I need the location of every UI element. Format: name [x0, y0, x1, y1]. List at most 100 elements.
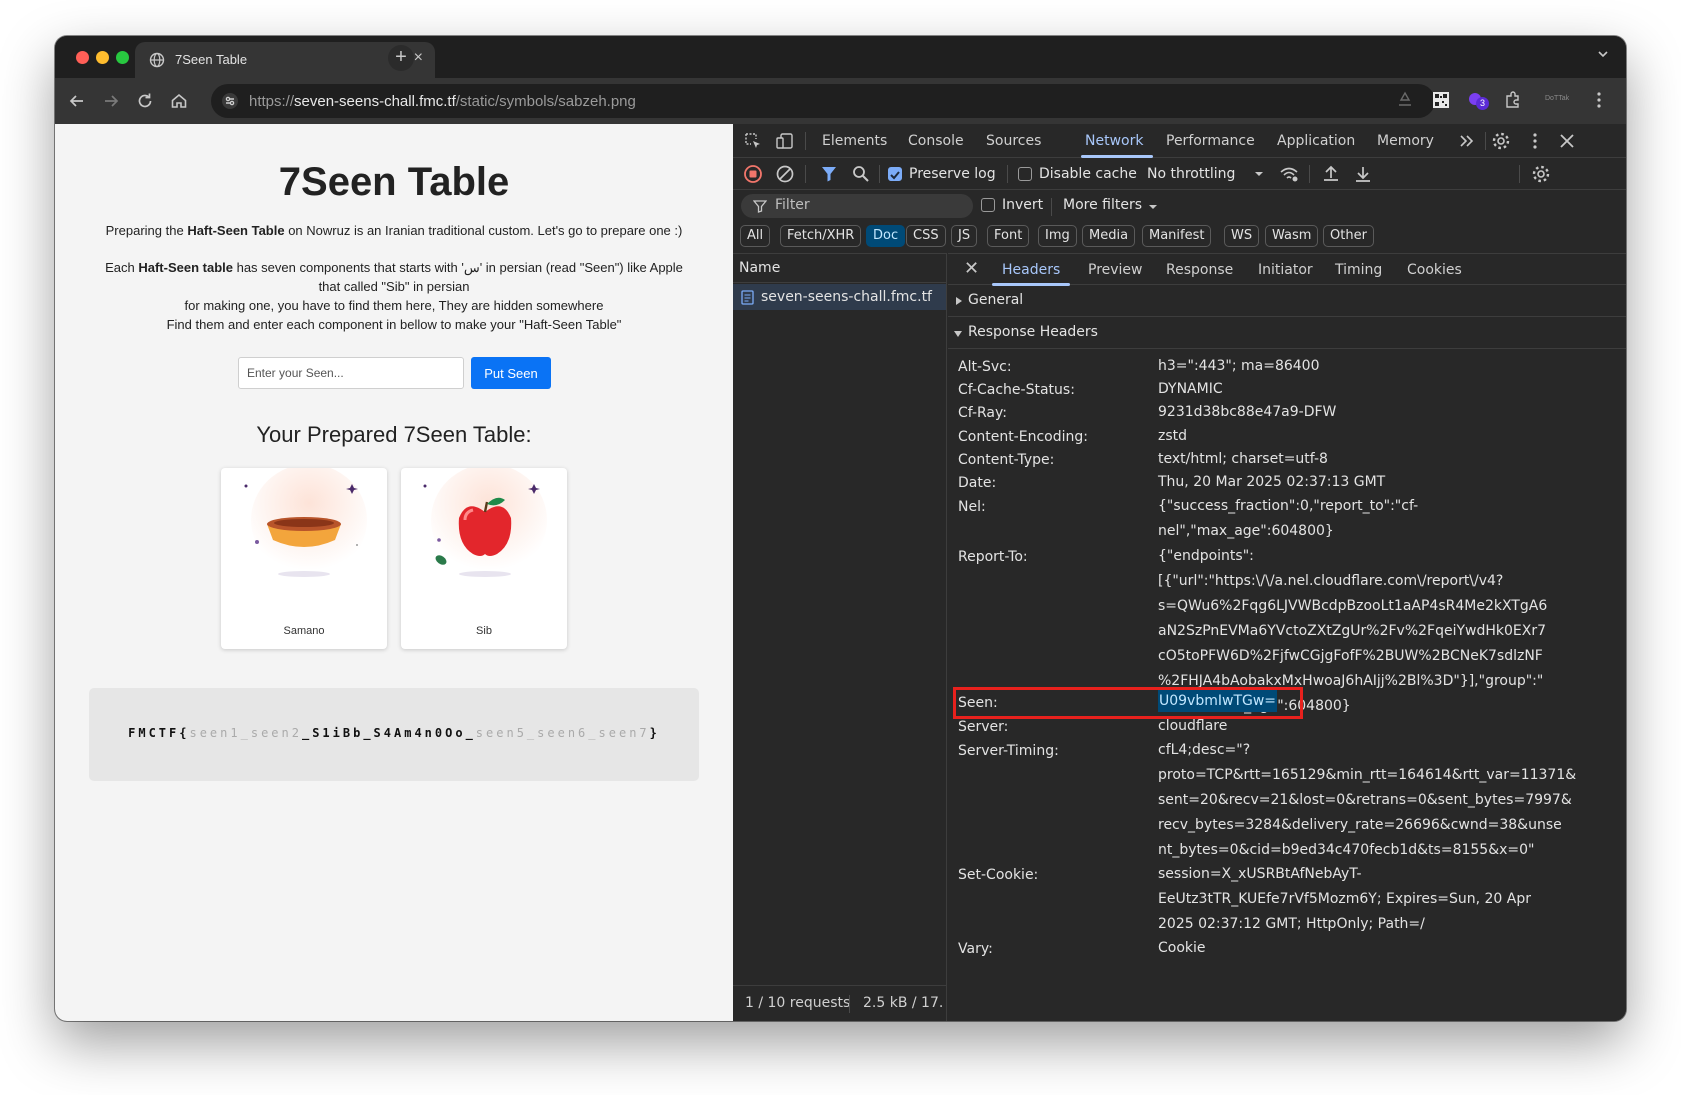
response-headers-section-toggle[interactable]: Response Headers — [948, 317, 1626, 349]
filter-chip-doc[interactable]: Doc — [866, 225, 906, 247]
request-row[interactable]: seven-seens-chall.fmc.tf — [733, 284, 946, 310]
seen-input[interactable] — [238, 357, 464, 389]
forward-icon[interactable] — [101, 91, 121, 111]
inspect-element-icon[interactable] — [743, 131, 763, 151]
network-settings-gear-icon[interactable] — [1531, 164, 1551, 184]
more-filters-dropdown-icon[interactable] — [1143, 197, 1163, 217]
card-label: Samano — [283, 625, 325, 637]
back-icon[interactable] — [67, 91, 87, 111]
browser-toolbar: https://seven-seens-chall.fmc.tf/static/… — [55, 78, 1626, 124]
preserve-log-checkbox[interactable] — [888, 167, 902, 181]
tab-close-icon[interactable]: × — [414, 49, 423, 67]
filter-input[interactable]: Filter — [741, 194, 973, 218]
maximize-window-button[interactable] — [116, 51, 129, 64]
recycle-icon[interactable] — [1395, 90, 1415, 110]
tab-timing[interactable]: Timing — [1335, 262, 1382, 278]
record-stop-icon[interactable] — [743, 164, 763, 184]
seen-card-sib: Sib — [401, 468, 567, 649]
browser-menu-icon[interactable] — [1589, 90, 1609, 110]
export-har-icon[interactable] — [1353, 164, 1373, 184]
header-value: {"success_fraction":0,"report_to":"cf- n… — [1158, 498, 1419, 539]
tab-network[interactable]: Network — [1085, 133, 1143, 149]
extension-badge-icon[interactable]: 3 — [1467, 90, 1489, 110]
seen-card-samano: Samano — [221, 468, 387, 649]
close-window-button[interactable] — [76, 51, 89, 64]
tab-headers[interactable]: Headers — [1002, 262, 1060, 278]
name-column-header[interactable]: Name — [739, 260, 780, 276]
settings-gear-icon[interactable] — [1491, 131, 1511, 151]
filter-funnel-icon[interactable] — [819, 164, 839, 184]
preserve-log-label[interactable]: Preserve log — [909, 166, 996, 182]
clear-icon[interactable] — [775, 164, 795, 184]
tab-cookies[interactable]: Cookies — [1407, 262, 1462, 278]
tab-application[interactable]: Application — [1277, 133, 1355, 149]
header-name: Server: — [958, 719, 1009, 735]
profile-avatar[interactable]: DoTTak — [1545, 90, 1571, 110]
toolbar-separator — [1007, 165, 1008, 183]
url-text: https://seven-seens-chall.fmc.tf/static/… — [249, 93, 636, 110]
header-name-seen: Seen: — [958, 695, 998, 711]
throttling-select[interactable]: No throttling — [1147, 166, 1235, 182]
more-tabs-chevron-icon[interactable] — [1457, 131, 1477, 151]
close-devtools-icon[interactable] — [1557, 131, 1577, 151]
tab-console[interactable]: Console — [908, 133, 964, 149]
site-info-icon[interactable] — [221, 92, 239, 110]
request-name: seven-seens-chall.fmc.tf — [761, 289, 932, 305]
close-detail-icon[interactable]: ✕ — [964, 258, 979, 279]
header-name: Cf-Cache-Status: — [958, 382, 1075, 398]
more-filters-button[interactable]: More filters — [1063, 197, 1142, 213]
filter-chip-fetch-xhr[interactable]: Fetch/XHR — [780, 225, 862, 247]
filter-chip-all[interactable]: All — [740, 225, 771, 247]
search-icon[interactable] — [851, 164, 871, 184]
samano-pot-image — [244, 468, 367, 577]
qr-code-icon[interactable] — [1431, 90, 1451, 110]
header-value: 9231d38bc88e47a9-DFW — [1158, 404, 1337, 420]
filter-chip-other[interactable]: Other — [1323, 225, 1374, 247]
filter-chip-img[interactable]: Img — [1038, 225, 1077, 247]
filter-chip-wasm[interactable]: Wasm — [1265, 225, 1319, 247]
put-seen-button[interactable]: Put Seen — [471, 357, 551, 389]
card-label: Sib — [476, 625, 492, 637]
home-icon[interactable] — [169, 91, 189, 111]
filter-chip-js[interactable]: JS — [951, 225, 978, 247]
device-toolbar-icon[interactable] — [775, 131, 795, 151]
throttling-dropdown-icon[interactable] — [1249, 164, 1269, 184]
import-har-icon[interactable] — [1321, 164, 1341, 184]
tab-response[interactable]: Response — [1166, 262, 1233, 278]
tab-performance[interactable]: Performance — [1166, 133, 1255, 149]
address-bar[interactable]: https://seven-seens-chall.fmc.tf/static/… — [211, 84, 1435, 118]
devtools-menu-icon[interactable] — [1525, 131, 1545, 151]
invert-checkbox[interactable] — [981, 198, 995, 212]
tab-preview[interactable]: Preview — [1088, 262, 1143, 278]
seen-header-value[interactable]: U09vbmIwTGw= — [1158, 690, 1278, 712]
header-name: Cf-Ray: — [958, 405, 1007, 421]
invert-label[interactable]: Invert — [1002, 197, 1043, 213]
header-name: Server-Timing: — [958, 743, 1059, 759]
tab-elements[interactable]: Elements — [822, 133, 887, 149]
tab-memory[interactable]: Memory — [1377, 133, 1434, 149]
filter-chip-media[interactable]: Media — [1082, 225, 1136, 247]
tab-search-chevron-icon[interactable] — [1596, 47, 1610, 61]
tab-initiator[interactable]: Initiator — [1258, 262, 1313, 278]
minimize-window-button[interactable] — [96, 51, 109, 64]
transfer-size: 2.5 kB / 17. — [863, 995, 944, 1011]
filter-chip-manifest[interactable]: Manifest — [1142, 225, 1212, 247]
extensions-puzzle-icon[interactable] — [1503, 90, 1523, 110]
general-section-toggle[interactable]: General — [948, 285, 1626, 317]
toolbar-separator — [879, 165, 880, 183]
filter-chip-font[interactable]: Font — [987, 225, 1030, 247]
tab-sources[interactable]: Sources — [986, 133, 1041, 149]
disable-cache-label[interactable]: Disable cache — [1039, 166, 1137, 182]
disable-cache-checkbox[interactable] — [1018, 167, 1032, 181]
devtools-panel: Elements Console Sources Network Perform… — [733, 124, 1626, 1021]
network-conditions-icon[interactable] — [1279, 164, 1299, 184]
new-tab-button[interactable]: + — [388, 45, 414, 71]
requests-count: 1 / 10 requests — [745, 995, 851, 1011]
toolbar-separator — [1309, 165, 1310, 183]
filter-chip-ws[interactable]: WS — [1224, 225, 1260, 247]
profile-label: DoTTak — [1545, 95, 1570, 102]
reload-icon[interactable] — [135, 91, 155, 111]
toolbar-separator — [1051, 198, 1052, 216]
filter-chip-css[interactable]: CSS — [906, 225, 946, 247]
request-list: Name seven-seens-chall.fmc.tf 1 / 10 req… — [733, 253, 947, 1021]
